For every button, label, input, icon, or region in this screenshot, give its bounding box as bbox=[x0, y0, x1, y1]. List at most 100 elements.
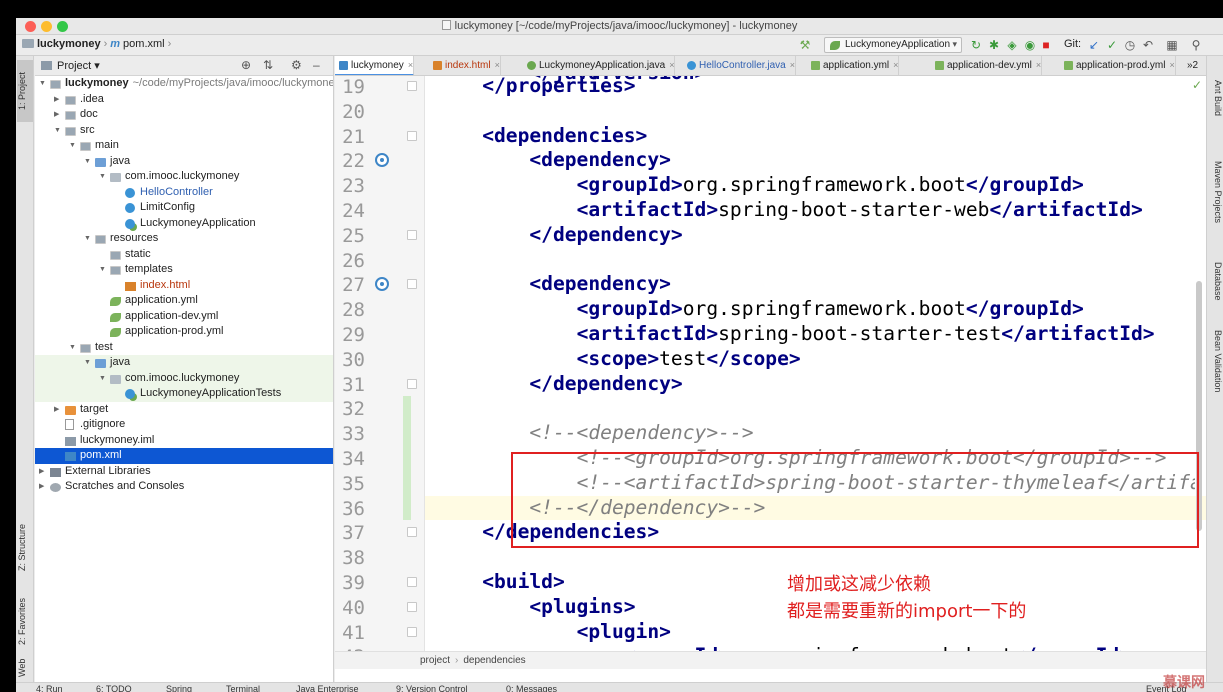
git-commit-icon[interactable]: ✓ bbox=[1105, 38, 1119, 52]
tree-item[interactable]: index.html bbox=[35, 278, 333, 294]
tree-item[interactable]: application-prod.yml bbox=[35, 324, 333, 340]
expand-down-icon[interactable]: ▼ bbox=[69, 340, 76, 356]
expand-right-icon[interactable]: ▶ bbox=[39, 464, 44, 480]
bottom-tool-tab[interactable]: 4: Run bbox=[36, 684, 63, 692]
close-icon[interactable]: × bbox=[495, 60, 500, 70]
editor-tab[interactable]: luckymoney × bbox=[335, 56, 415, 75]
editor-tab[interactable]: application-prod.yml × bbox=[1060, 56, 1176, 75]
fold-marker-icon[interactable] bbox=[407, 577, 417, 587]
breadcrumb-project[interactable]: project bbox=[420, 655, 450, 666]
dependency-gutter-icon[interactable] bbox=[375, 277, 389, 292]
close-icon[interactable]: × bbox=[669, 60, 674, 70]
code-line[interactable]: <groupId>org.springframework.boot</group… bbox=[435, 297, 1084, 322]
code-line[interactable]: <scope>test</scope> bbox=[435, 347, 801, 372]
tree-item[interactable]: application-dev.yml bbox=[35, 309, 333, 325]
tree-item[interactable]: HelloController bbox=[35, 185, 333, 201]
project-structure-icon[interactable]: ▦ bbox=[1165, 38, 1179, 52]
tree-item[interactable]: ▼ templates bbox=[35, 262, 333, 278]
tool-tab-web[interactable]: Web bbox=[17, 656, 33, 680]
tree-item[interactable]: LuckymoneyApplicationTests bbox=[35, 386, 333, 402]
code-line[interactable]: <build> bbox=[435, 570, 565, 595]
search-everywhere-icon[interactable]: ⚲ bbox=[1189, 38, 1203, 52]
tree-item[interactable]: pom.xml bbox=[35, 448, 333, 464]
expand-down-icon[interactable]: ▼ bbox=[84, 154, 91, 170]
git-history-icon[interactable]: ◷ bbox=[1123, 38, 1137, 52]
tab-overflow-button[interactable]: »2 bbox=[1183, 56, 1198, 75]
hide-panel-icon[interactable]: – bbox=[313, 58, 320, 72]
expand-down-icon[interactable]: ▼ bbox=[39, 76, 46, 92]
tool-tab-database[interactable]: Database bbox=[1208, 251, 1223, 311]
dependency-gutter-icon[interactable] bbox=[375, 153, 389, 168]
tree-item[interactable]: ▼ java bbox=[35, 154, 333, 170]
fold-marker-icon[interactable] bbox=[407, 130, 417, 141]
tree-item[interactable]: .gitignore bbox=[35, 417, 333, 433]
tree-item[interactable]: static bbox=[35, 247, 333, 263]
fold-marker-icon[interactable] bbox=[407, 527, 417, 538]
tree-item[interactable]: ▼ com.imooc.luckymoney bbox=[35, 370, 333, 387]
bottom-tool-tab[interactable]: Java Enterprise bbox=[296, 684, 359, 692]
code-line[interactable]: <dependency> bbox=[435, 148, 671, 173]
project-view-select[interactable]: Project ▾ bbox=[57, 59, 100, 72]
tree-item[interactable]: LuckymoneyApplication bbox=[35, 216, 333, 232]
fold-marker-icon[interactable] bbox=[407, 279, 417, 290]
code-line[interactable]: </dependency> bbox=[435, 372, 682, 397]
fold-marker-icon[interactable] bbox=[407, 378, 417, 389]
tree-item[interactable]: ▼ test bbox=[35, 340, 333, 356]
expand-down-icon[interactable]: ▼ bbox=[84, 231, 91, 247]
tree-item[interactable]: ▼ resources bbox=[35, 231, 333, 247]
tool-tab-structure[interactable]: Z: Structure bbox=[17, 511, 33, 583]
code-area[interactable]: </java.version> </properties> <dependenc… bbox=[435, 76, 1195, 651]
expand-right-icon[interactable]: ▶ bbox=[54, 107, 59, 123]
coverage-icon[interactable]: ◈ bbox=[1005, 38, 1019, 52]
code-line[interactable]: <plugin> bbox=[435, 620, 671, 645]
tree-item[interactable]: ▶ .idea bbox=[35, 92, 333, 108]
close-icon[interactable]: × bbox=[1036, 60, 1041, 70]
code-line[interactable]: <artifactId>spring-boot-starter-web</art… bbox=[435, 198, 1143, 223]
bottom-tool-tab[interactable]: 9: Version Control bbox=[396, 684, 468, 692]
tree-item[interactable]: LimitConfig bbox=[35, 200, 333, 216]
rerun-icon[interactable]: ↻ bbox=[969, 38, 983, 52]
code-line[interactable]: <!--<dependency>--> bbox=[435, 421, 753, 446]
bottom-tool-tab[interactable]: 0: Messages bbox=[506, 684, 557, 692]
bottom-tool-tab[interactable]: Spring bbox=[166, 684, 192, 692]
code-line[interactable]: <dependency> bbox=[435, 272, 671, 297]
stop-icon[interactable]: ■ bbox=[1039, 38, 1053, 52]
breadcrumb-dependencies[interactable]: dependencies bbox=[463, 655, 525, 666]
expand-down-icon[interactable]: ▼ bbox=[54, 123, 61, 139]
profile-icon[interactable]: ◉ bbox=[1023, 38, 1037, 52]
editor-tab[interactable]: index.html × bbox=[429, 56, 501, 75]
fold-marker-icon[interactable] bbox=[407, 601, 417, 612]
tree-item[interactable]: ▼ java bbox=[35, 355, 333, 371]
fold-marker-icon[interactable] bbox=[407, 626, 417, 637]
tree-item[interactable]: ▶ doc bbox=[35, 107, 333, 123]
editor-tab[interactable]: HelloController.java × bbox=[683, 56, 796, 75]
git-revert-icon[interactable]: ↶ bbox=[1141, 38, 1155, 52]
expand-right-icon[interactable]: ▶ bbox=[54, 92, 59, 108]
tree-item[interactable]: ▼ com.imooc.luckymoney bbox=[35, 169, 333, 185]
fold-marker-icon[interactable] bbox=[407, 229, 417, 240]
tree-item[interactable]: ▼ luckymoney ~/code/myProjects/java/imooc/… bbox=[35, 76, 333, 92]
code-line[interactable]: <artifactId>spring-boot-starter-test</ar… bbox=[435, 322, 1155, 347]
expand-down-icon[interactable]: ▼ bbox=[99, 371, 106, 387]
run-configuration-select[interactable]: LuckymoneyApplication ▾ bbox=[824, 37, 962, 53]
tree-item[interactable]: ▼ main bbox=[35, 138, 333, 154]
bottom-tool-tab[interactable]: 6: TODO bbox=[96, 684, 132, 692]
git-update-icon[interactable]: ↙ bbox=[1087, 38, 1101, 52]
bottom-tool-tab[interactable]: Terminal bbox=[226, 684, 260, 692]
code-line[interactable]: <dependencies> bbox=[435, 124, 647, 149]
fold-marker-icon[interactable] bbox=[407, 81, 417, 91]
tool-tab-project[interactable]: 1: Project bbox=[17, 60, 33, 122]
expand-down-icon[interactable]: ▼ bbox=[69, 138, 76, 154]
editor-tab[interactable]: LuckymoneyApplication.java × bbox=[523, 56, 676, 75]
tool-tab-bean-validation[interactable]: Bean Validation bbox=[1208, 321, 1223, 401]
tree-item[interactable]: ▶ Scratches and Consoles bbox=[35, 479, 333, 495]
gear-icon[interactable]: ⚙ bbox=[291, 58, 302, 72]
nav-crumb-project[interactable]: luckymoney bbox=[37, 38, 101, 50]
close-icon[interactable]: × bbox=[893, 60, 898, 70]
code-line[interactable]: </properties> bbox=[435, 76, 635, 99]
expand-down-icon[interactable]: ▼ bbox=[99, 169, 106, 185]
close-icon[interactable]: × bbox=[1170, 60, 1175, 70]
build-hammer-icon[interactable]: ⚒ bbox=[798, 38, 812, 52]
expand-down-icon[interactable]: ▼ bbox=[84, 355, 91, 371]
tree-item[interactable]: luckymoney.iml bbox=[35, 433, 333, 449]
